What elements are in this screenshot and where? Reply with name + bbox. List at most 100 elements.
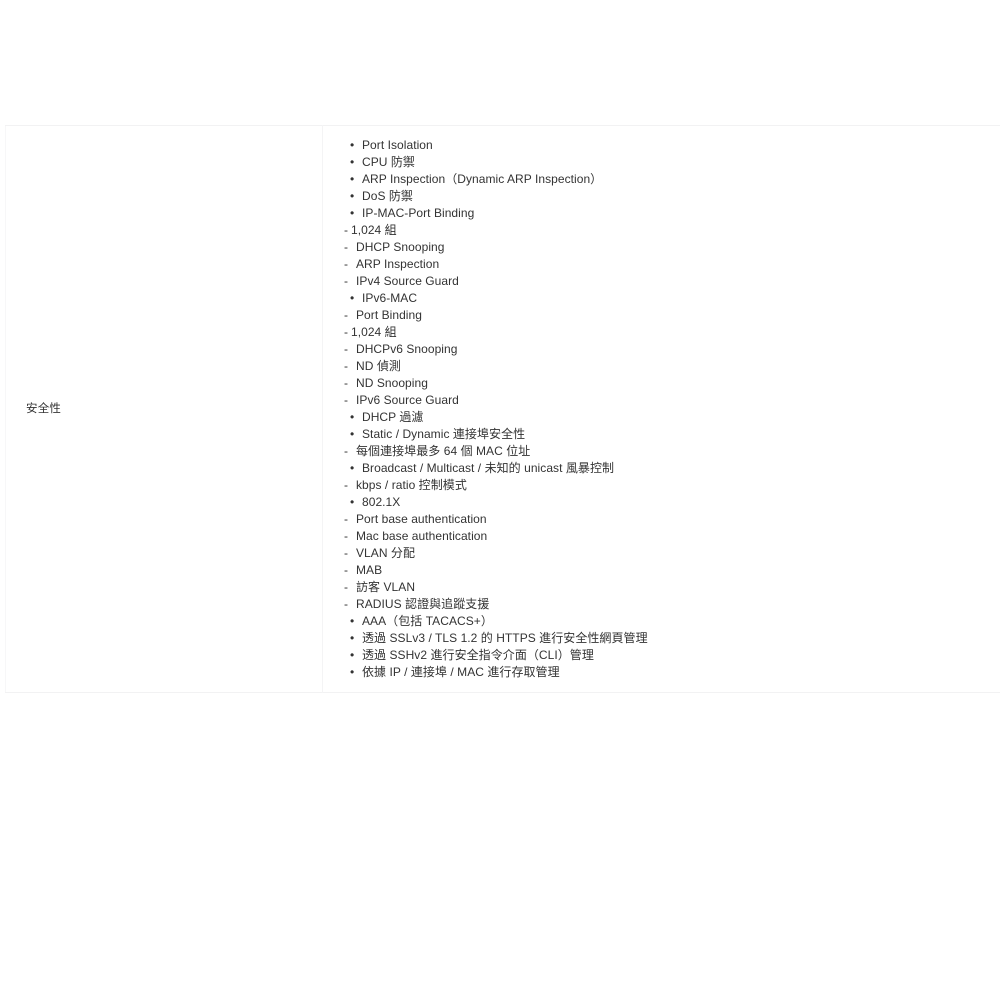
bullet-icon: • — [350, 614, 355, 628]
list-item: • 透過 SSLv3 / TLS 1.2 的 HTTPS 進行安全性網頁管理 — [343, 630, 1000, 647]
list-item-label: 每個連接埠最多 64 個 MAC 位址 — [356, 444, 531, 458]
list-item: -1,024 組 — [343, 222, 1000, 239]
list-item: - 訪客 VLAN — [343, 579, 1000, 596]
list-item: - MAB — [343, 562, 1000, 579]
list-item: - DHCP Snooping — [343, 239, 1000, 256]
list-item-label: kbps / ratio 控制模式 — [356, 478, 467, 492]
list-item-label: ND Snooping — [356, 376, 428, 390]
dash-icon: - — [344, 512, 349, 526]
dash-icon: - — [344, 325, 349, 339]
dash-icon: - — [344, 393, 349, 407]
list-item: - Mac base authentication — [343, 528, 1000, 545]
dash-icon: - — [344, 240, 349, 254]
bullet-icon: • — [350, 138, 355, 152]
list-item: - Port base authentication — [343, 511, 1000, 528]
list-item-label: IPv4 Source Guard — [356, 274, 459, 288]
list-item-label: ARP Inspection（Dynamic ARP Inspection） — [362, 172, 603, 186]
bullet-icon: • — [350, 172, 355, 186]
list-item-label: AAA（包括 TACACS+） — [362, 614, 493, 628]
list-item: - RADIUS 認證與追蹤支援 — [343, 596, 1000, 613]
list-item: - ND 偵測 — [343, 358, 1000, 375]
bullet-icon: • — [350, 461, 355, 475]
list-item-label: ND 偵測 — [356, 359, 401, 373]
bullet-icon: • — [350, 648, 355, 662]
specification-table: 安全性 • Port Isolation • CPU 防禦 • ARP Inspectio… — [5, 125, 1000, 693]
list-item-label: MAB — [356, 563, 383, 577]
list-item-label: 透過 SSLv3 / TLS 1.2 的 HTTPS 進行安全性網頁管理 — [362, 631, 648, 645]
list-item-label: Static / Dynamic 連接埠安全性 — [362, 427, 526, 441]
specification-table-body: 安全性 • Port Isolation • CPU 防禦 • ARP Inspectio… — [5, 125, 1000, 693]
list-item: • AAA（包括 TACACS+） — [343, 613, 1000, 630]
bullet-icon: • — [350, 495, 355, 509]
dash-icon: - — [344, 359, 349, 373]
list-item: - 每個連接埠最多 64 個 MAC 位址 — [343, 443, 1000, 460]
list-item: - Port Binding — [343, 307, 1000, 324]
list-item: • 透過 SSHv2 進行安全指令介面（CLI）管理 — [343, 647, 1000, 664]
list-item: - DHCPv6 Snooping — [343, 341, 1000, 358]
list-item: • Port Isolation — [343, 137, 1000, 154]
list-item: • DHCP 過濾 — [343, 409, 1000, 426]
list-item-label: IP-MAC-Port Binding — [362, 206, 475, 220]
dash-icon: - — [344, 580, 349, 594]
bullet-icon: • — [350, 291, 355, 305]
list-item-label: IPv6-MAC — [362, 291, 418, 305]
list-item-label: DoS 防禦 — [362, 189, 413, 203]
list-item: - IPv6 Source Guard — [343, 392, 1000, 409]
list-item: - VLAN 分配 — [343, 545, 1000, 562]
list-item: - IPv4 Source Guard — [343, 273, 1000, 290]
list-item: • 802.1X — [343, 494, 1000, 511]
bullet-icon: • — [350, 410, 355, 424]
dash-icon: - — [344, 274, 349, 288]
spec-category-label: 安全性 — [5, 125, 323, 693]
list-item-label: 訪客 VLAN — [356, 580, 416, 594]
dash-icon: - — [344, 444, 349, 458]
spec-feature-list: • Port Isolation • CPU 防禦 • ARP Inspection（Dy… — [343, 137, 1000, 681]
list-item: • DoS 防禦 — [343, 188, 1000, 205]
bullet-icon: • — [350, 189, 355, 203]
list-item: - ARP Inspection — [343, 256, 1000, 273]
list-item-label: DHCP Snooping — [356, 240, 445, 254]
list-item-label: 802.1X — [362, 495, 401, 509]
list-item-label: 依據 IP / 連接埠 / MAC 進行存取管理 — [362, 665, 560, 679]
list-item-label: VLAN 分配 — [356, 546, 416, 560]
list-item-label: CPU 防禦 — [362, 155, 415, 169]
list-item: • Static / Dynamic 連接埠安全性 — [343, 426, 1000, 443]
dash-icon: - — [344, 529, 349, 543]
dash-icon: - — [344, 563, 349, 577]
list-item: -1,024 組 — [343, 324, 1000, 341]
list-item-label: Port Isolation — [362, 138, 433, 152]
list-item: • IPv6-MAC — [343, 290, 1000, 307]
dash-icon: - — [344, 597, 349, 611]
dash-icon: - — [344, 478, 349, 492]
dash-icon: - — [344, 546, 349, 560]
bullet-icon: • — [350, 155, 355, 169]
list-item: • CPU 防禦 — [343, 154, 1000, 171]
list-item: - ND Snooping — [343, 375, 1000, 392]
list-item-label: ARP Inspection — [356, 257, 440, 271]
dash-icon: - — [344, 223, 349, 237]
bullet-icon: • — [350, 206, 355, 220]
dash-icon: - — [344, 342, 349, 356]
list-item: • IP-MAC-Port Binding — [343, 205, 1000, 222]
list-item-label: 1,024 組 — [351, 325, 397, 339]
dash-icon: - — [344, 308, 349, 322]
list-item-label: IPv6 Source Guard — [356, 393, 459, 407]
list-item: • ARP Inspection（Dynamic ARP Inspection） — [343, 171, 1000, 188]
table-row: 安全性 • Port Isolation • CPU 防禦 • ARP Inspectio… — [5, 125, 1000, 693]
list-item-label: Mac base authentication — [356, 529, 488, 543]
list-item-label: Port Binding — [356, 308, 422, 322]
list-item: • 依據 IP / 連接埠 / MAC 進行存取管理 — [343, 664, 1000, 681]
page-root: 安全性 • Port Isolation • CPU 防禦 • ARP Inspectio… — [0, 0, 1000, 1000]
list-item-label: DHCP 過濾 — [362, 410, 424, 424]
spec-value-cell: • Port Isolation • CPU 防禦 • ARP Inspection（Dy… — [323, 126, 1000, 693]
list-item: - kbps / ratio 控制模式 — [343, 477, 1000, 494]
bullet-icon: • — [350, 631, 355, 645]
list-item: • Broadcast / Multicast / 未知的 unicast 風暴控… — [343, 460, 1000, 477]
list-item-label: DHCPv6 Snooping — [356, 342, 458, 356]
list-item-label: RADIUS 認證與追蹤支援 — [356, 597, 490, 611]
list-item-label: 透過 SSHv2 進行安全指令介面（CLI）管理 — [362, 648, 594, 662]
list-item-label: Port base authentication — [356, 512, 487, 526]
dash-icon: - — [344, 376, 349, 390]
list-item-label: 1,024 組 — [351, 223, 397, 237]
bullet-icon: • — [350, 665, 355, 679]
